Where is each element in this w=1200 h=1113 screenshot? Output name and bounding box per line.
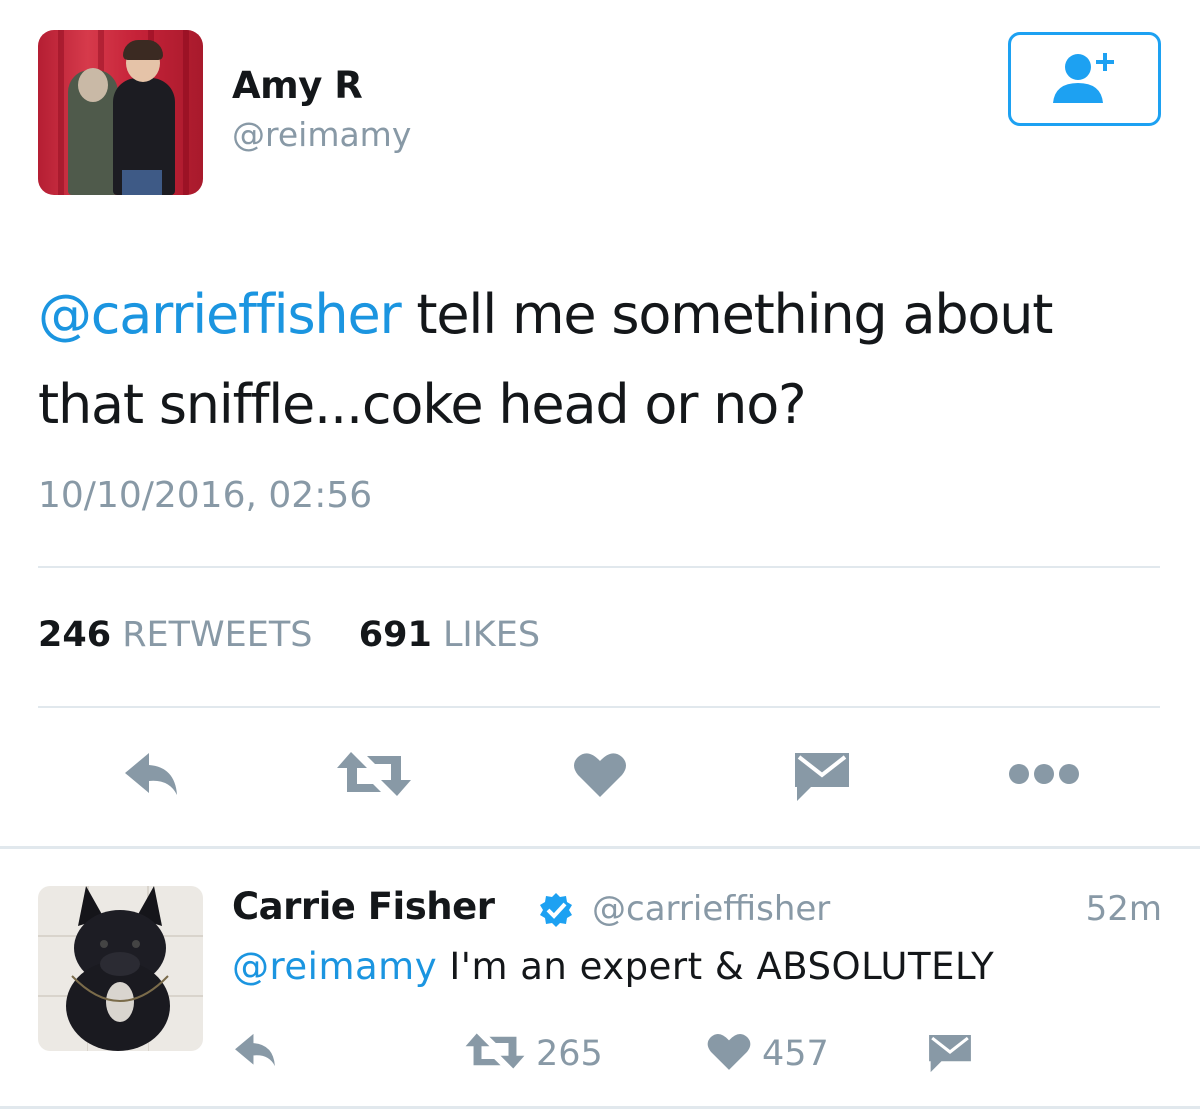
- reply-like-count: 457: [762, 1033, 829, 1074]
- reply-time[interactable]: 52m: [1086, 889, 1162, 929]
- reply-user-name[interactable]: Carrie Fisher: [232, 885, 495, 928]
- like-button[interactable]: [570, 748, 630, 804]
- envelope-icon: [791, 747, 853, 808]
- more-dots-icon: [1007, 762, 1081, 791]
- tweet-text: @carrieffisher tell me something about t…: [38, 270, 1168, 450]
- reply-text: @reimamy I'm an expert & ABSOLUTELY: [232, 945, 994, 988]
- reply-retweet-count: 265: [536, 1033, 603, 1074]
- heart-icon: [706, 1030, 752, 1077]
- likes-count[interactable]: 691: [359, 615, 432, 655]
- heart-icon: [572, 749, 628, 804]
- reply-icon: [121, 749, 181, 804]
- retweets-label[interactable]: RETWEETS: [122, 615, 312, 655]
- message-button[interactable]: [790, 748, 854, 806]
- reply-header: Carrie Fisher @carrieffisher 52m: [232, 885, 1162, 933]
- envelope-icon: [926, 1030, 974, 1079]
- retweet-button[interactable]: [334, 748, 414, 804]
- divider: [38, 566, 1160, 568]
- main-tweet: Amy R @reimamy @carrieffisher tell me so…: [0, 0, 1200, 848]
- mention-link[interactable]: @carrieffisher: [38, 283, 402, 346]
- reply-like-button[interactable]: 457: [706, 1030, 829, 1077]
- follow-button[interactable]: [1008, 32, 1161, 126]
- user-display-name[interactable]: Amy R: [232, 64, 363, 107]
- bottom-divider: [0, 1106, 1200, 1109]
- reply-mention-link[interactable]: @reimamy: [232, 945, 437, 988]
- retweet-icon: [464, 1030, 526, 1077]
- tweet-stats: 246 RETWEETS 691 LIKES: [38, 615, 540, 655]
- retweets-count[interactable]: 246: [38, 615, 111, 655]
- divider: [38, 706, 1160, 708]
- likes-label[interactable]: LIKES: [443, 615, 540, 655]
- verified-badge-icon: [538, 892, 574, 928]
- reply-action-bar: 265 457: [232, 1030, 992, 1080]
- reply-message-button[interactable]: [926, 1030, 974, 1079]
- reply-reply-button[interactable]: [232, 1030, 278, 1075]
- reply-retweet-button[interactable]: 265: [464, 1030, 603, 1077]
- retweet-icon: [335, 748, 413, 805]
- user-handle[interactable]: @reimamy: [232, 115, 411, 154]
- reply-body: I'm an expert & ABSOLUTELY: [437, 945, 995, 988]
- tweet-timestamp[interactable]: 10/10/2016, 02:56: [38, 475, 372, 516]
- reply-icon: [232, 1030, 278, 1075]
- reply-button[interactable]: [118, 748, 184, 804]
- tweet-separator: [0, 846, 1200, 849]
- reply-user-avatar[interactable]: [38, 886, 203, 1051]
- reply-user-handle[interactable]: @carrieffisher: [592, 889, 830, 929]
- add-user-icon: [1045, 47, 1125, 112]
- user-avatar[interactable]: [38, 30, 203, 195]
- more-button[interactable]: [1006, 756, 1082, 796]
